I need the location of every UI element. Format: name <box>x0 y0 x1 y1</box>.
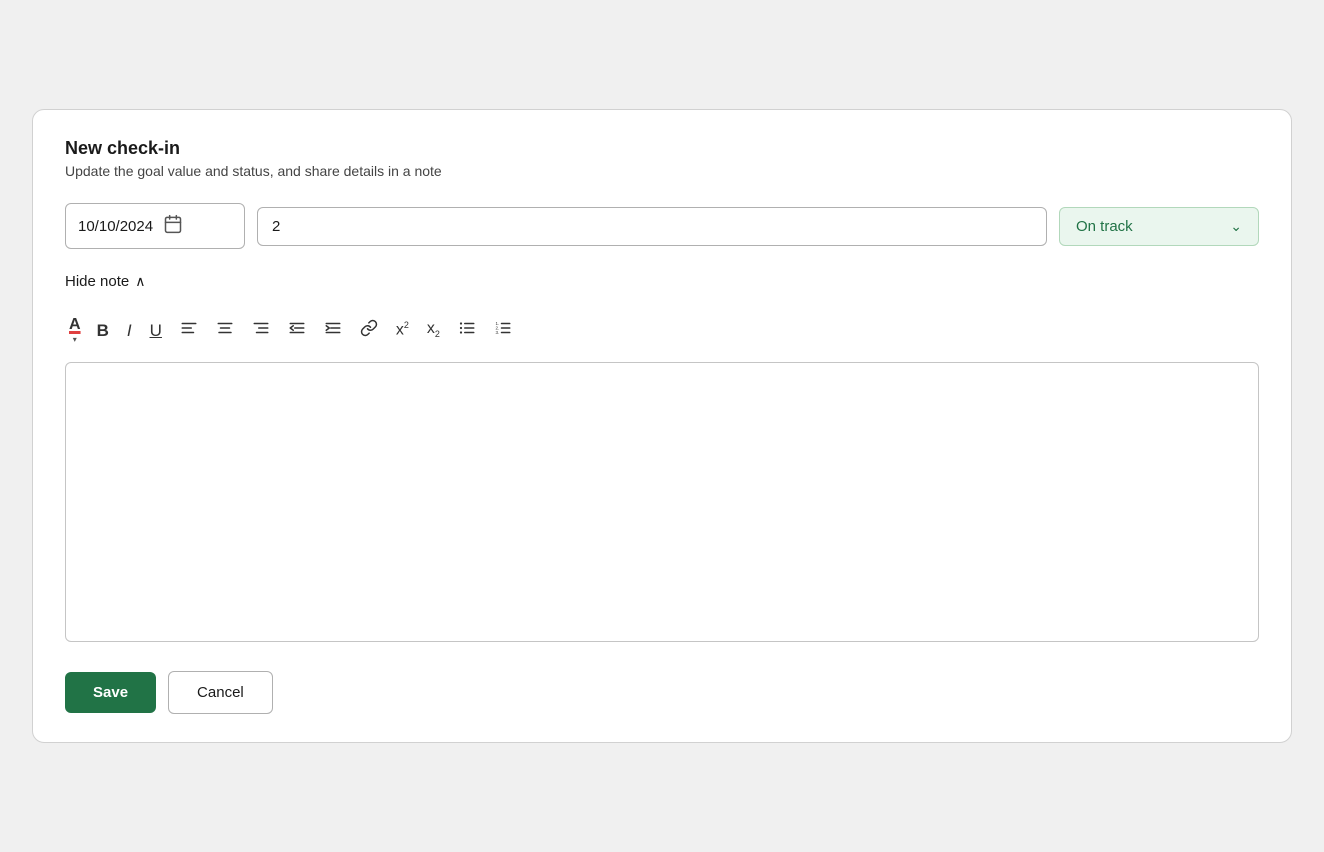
align-right-icon <box>252 319 270 341</box>
note-textarea[interactable] <box>65 362 1259 642</box>
unordered-list-button[interactable] <box>452 315 482 345</box>
formatting-toolbar: A ▾ B I U <box>65 308 1259 352</box>
align-left-icon <box>180 319 198 341</box>
superscript-icon: x2 <box>396 321 409 338</box>
indent-increase-button[interactable] <box>318 315 348 345</box>
ordered-list-button[interactable]: 1. 2. 3. <box>488 315 518 345</box>
goal-value-input[interactable] <box>257 207 1047 246</box>
cancel-button[interactable]: Cancel <box>168 671 273 714</box>
new-checkin-card: New check-in Update the goal value and s… <box>32 109 1292 743</box>
svg-text:3.: 3. <box>495 330 499 335</box>
font-color-chevron-icon: ▾ <box>73 335 77 344</box>
chevron-down-icon: ⌄ <box>1230 218 1242 235</box>
indent-increase-icon <box>324 319 342 341</box>
subscript-button[interactable]: x2 <box>421 317 446 343</box>
bold-button[interactable]: B <box>91 318 115 343</box>
link-icon <box>360 319 378 341</box>
align-left-button[interactable] <box>174 315 204 345</box>
status-dropdown[interactable]: On track ⌄ <box>1059 207 1259 246</box>
date-value: 10/10/2024 <box>78 218 153 235</box>
italic-icon: I <box>127 322 132 339</box>
status-label: On track <box>1076 218 1133 235</box>
ordered-list-icon: 1. 2. 3. <box>494 319 512 341</box>
font-color-button[interactable]: A ▾ <box>65 312 85 348</box>
calendar-icon <box>163 214 183 238</box>
save-button[interactable]: Save <box>65 672 156 713</box>
subscript-icon: x2 <box>427 321 440 339</box>
action-row: Save Cancel <box>65 671 1259 714</box>
hide-note-toggle[interactable]: Hide note ∧ <box>65 273 1259 290</box>
italic-button[interactable]: I <box>121 318 138 343</box>
underline-button[interactable]: U <box>144 318 168 343</box>
align-center-icon <box>216 319 234 341</box>
input-row: 10/10/2024 On track ⌄ <box>65 203 1259 249</box>
card-subtitle: Update the goal value and status, and sh… <box>65 163 1259 179</box>
unordered-list-icon <box>458 319 476 341</box>
superscript-button[interactable]: x2 <box>390 317 415 342</box>
underline-icon: U <box>150 322 162 339</box>
link-button[interactable] <box>354 315 384 345</box>
font-color-icon: A <box>69 316 81 334</box>
chevron-up-icon: ∧ <box>135 273 145 290</box>
indent-decrease-icon <box>288 319 306 341</box>
date-field[interactable]: 10/10/2024 <box>65 203 245 249</box>
align-center-button[interactable] <box>210 315 240 345</box>
card-title: New check-in <box>65 138 1259 159</box>
indent-decrease-button[interactable] <box>282 315 312 345</box>
hide-note-label: Hide note <box>65 273 129 290</box>
align-right-button[interactable] <box>246 315 276 345</box>
bold-icon: B <box>97 322 109 339</box>
